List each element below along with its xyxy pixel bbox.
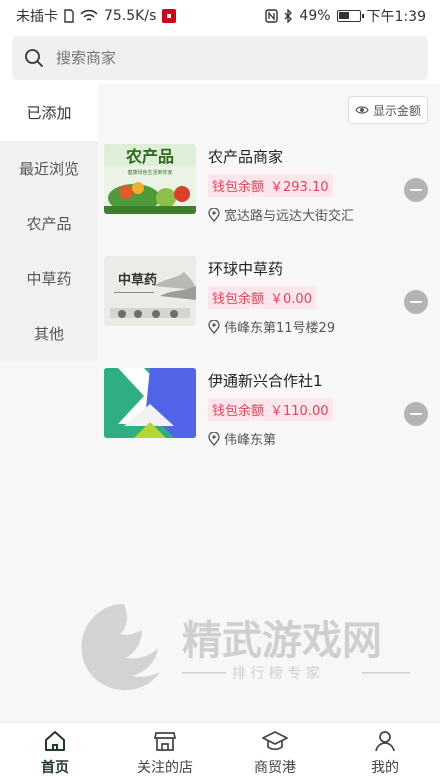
merchant-card[interactable]: 农产品 健康绿色生活到你家 农产品商家 钱包余额 ￥293.10 宽达路与远达大… [98,140,440,252]
user-icon [375,730,395,751]
remove-merchant-button[interactable] [404,290,428,314]
status-bar: 未插卡 75.5K/s 49% 下午1:39 [0,0,440,32]
home-icon [45,730,65,751]
wallet-balance: 钱包余额 ￥0.00 [208,286,316,309]
merchant-thumbnail [104,368,196,438]
battery-icon [336,10,364,22]
category-nav: 已添加 最近浏览 农产品 中草药 其他 [0,84,98,361]
category-agricultural[interactable]: 农产品 [0,196,98,251]
merchant-name: 环球中草药 [208,260,284,278]
carrier-text: 未插卡 [16,9,58,25]
wallet-balance: 钱包余额 ￥110.00 [208,398,333,421]
tab-home[interactable]: 首页 [0,723,110,782]
app-notification-icon [162,9,177,23]
nfc-icon [265,9,279,23]
show-amount-button[interactable]: 显示金额 [347,96,428,124]
merchant-address: 伟峰东第 [208,429,408,448]
thumb-title: 农产品 [125,147,174,166]
clock: 下午1:39 [366,9,426,25]
category-added[interactable]: 已添加 [0,84,98,141]
merchant-thumbnail: 农产品 健康绿色生活到你家 [104,144,196,214]
bluetooth-icon [284,9,293,23]
sim-icon [64,9,74,23]
merchant-name: 农产品商家 [208,148,284,166]
tab-trade-port[interactable]: 商贸港 [220,723,330,782]
battery-percent: 49% [299,8,331,24]
watermark-title: 精武游戏网 [182,618,382,664]
location-pin-icon [208,319,220,334]
eye-icon [355,106,369,114]
thumb-title: 中草药 [118,272,157,288]
bottom-tab-bar: 首页 关注的店 商贸港 我的 [0,722,440,782]
search-box[interactable] [12,36,428,80]
search-bar [0,32,440,84]
merchant-card[interactable]: 中草药 环球中草药 钱包余额 ￥0.00 伟峰东第11号楼29 [98,252,440,364]
category-recent[interactable]: 最近浏览 [0,141,98,196]
wifi-icon [80,9,98,21]
network-speed: 75.5K/s [104,8,157,24]
location-pin-icon [208,207,220,222]
merchant-address: 伟峰东第11号楼29 [208,317,408,336]
watermark-logo: 精武游戏网 排 行 榜 专 家 [72,596,422,706]
search-input[interactable] [56,49,386,67]
category-herbal[interactable]: 中草药 [0,251,98,306]
merchant-thumbnail: 中草药 [104,256,196,326]
store-icon [153,731,177,751]
search-icon [25,49,43,67]
merchant-address: 宽达路与远达大街交汇 [208,205,408,224]
category-other[interactable]: 其他 [0,306,98,361]
location-pin-icon [208,431,220,446]
merchant-list: 农产品 健康绿色生活到你家 农产品商家 钱包余额 ￥293.10 宽达路与远达大… [98,140,440,476]
graduation-cap-icon [262,730,288,750]
merchant-name: 伊通新兴合作社1 [208,372,323,390]
merchant-card[interactable]: 伊通新兴合作社1 钱包余额 ￥110.00 伟峰东第 [98,364,440,476]
watermark-subtitle: 排 行 榜 专 家 [232,665,320,682]
remove-merchant-button[interactable] [404,402,428,426]
thumb-subtitle: 健康绿色生活到你家 [127,169,172,176]
tab-followed-stores[interactable]: 关注的店 [110,723,220,782]
wallet-balance: 钱包余额 ￥293.10 [208,174,333,197]
remove-merchant-button[interactable] [404,178,428,202]
tab-mine[interactable]: 我的 [330,723,440,782]
